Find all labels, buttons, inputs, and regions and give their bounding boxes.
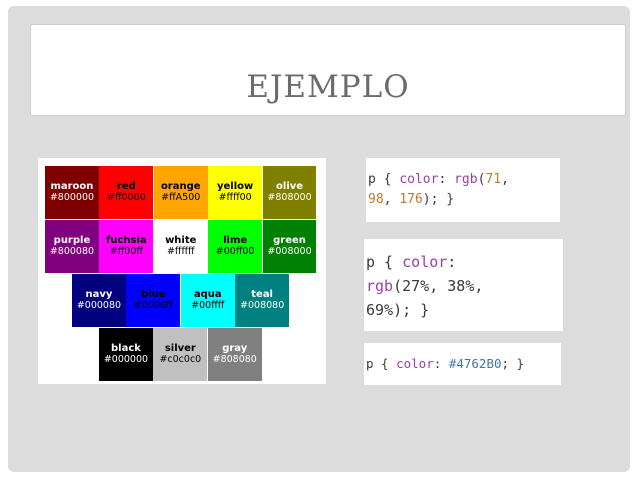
- code-property: color: [399, 172, 439, 187]
- color-hex: #00ff00: [215, 245, 255, 257]
- code-hex-value: #4762B0: [448, 356, 502, 371]
- color-swatch-red: red #ff0000: [99, 166, 154, 219]
- code-value-b: 176: [399, 192, 423, 207]
- color-swatch-yellow: yellow #ffff00: [208, 166, 263, 219]
- color-hex: #ff00ff: [109, 245, 143, 257]
- color-hex: #808080: [212, 353, 257, 365]
- code-value-g: 38%: [447, 277, 475, 295]
- color-swatch-green: green #008000: [262, 220, 317, 273]
- code-selector: p: [366, 253, 376, 271]
- code-function: rgb: [454, 172, 478, 187]
- color-swatch-lime: lime #00ff00: [208, 220, 263, 273]
- code-rgb-numeric: p { color: rgb(71, 98, 176); }: [366, 158, 560, 222]
- code-selector: p: [368, 172, 376, 187]
- color-hex: #0000ff: [133, 299, 173, 311]
- color-hex: #808000: [267, 191, 312, 203]
- color-hex: #ffff00: [218, 191, 252, 203]
- color-name: olive: [276, 181, 304, 193]
- color-hex: #ff0000: [106, 191, 146, 203]
- color-name: black: [110, 343, 141, 355]
- color-name: red: [116, 181, 136, 193]
- color-swatch-silver: silver #c0c0c0: [153, 328, 208, 381]
- code-property: color: [396, 356, 434, 371]
- color-name: teal: [251, 289, 273, 301]
- color-swatch-fuchsia: fuchsia #ff00ff: [99, 220, 154, 273]
- color-name: lime: [223, 235, 248, 247]
- color-name: green: [273, 235, 306, 247]
- color-name: blue: [141, 289, 166, 301]
- color-name: gray: [222, 343, 248, 355]
- color-swatch-teal: teal #008080: [235, 274, 290, 327]
- code-property: color: [402, 253, 448, 271]
- color-swatch-white: white #ffffff: [153, 220, 208, 273]
- color-hex: #008000: [267, 245, 312, 257]
- color-name: fuchsia: [106, 235, 147, 247]
- code-hex: p { color: #4762B0; }: [364, 343, 561, 385]
- code-value-b: 69%: [366, 301, 394, 319]
- color-swatch-black: black #000000: [99, 328, 153, 381]
- color-name: orange: [160, 181, 201, 193]
- color-swatch-blue: blue #0000ff: [126, 274, 181, 327]
- color-name: maroon: [50, 181, 94, 193]
- color-hex: #ffA500: [161, 191, 201, 203]
- code-function: rgb: [366, 277, 394, 295]
- color-hex: #000080: [76, 299, 122, 311]
- color-swatch-gray: gray #808080: [207, 328, 262, 381]
- color-hex: #ffffff: [166, 245, 195, 257]
- title-box: EJEMPLO: [30, 24, 626, 116]
- code-rgb-percent: p { color: rgb(27%, 38%, 69%); }: [364, 239, 563, 331]
- color-name-table: maroon #800000 red #ff0000 orange #ffA500 yell…: [38, 158, 326, 384]
- color-swatch-purple: purple #800080: [45, 220, 99, 273]
- color-swatch-aqua: aqua #00ffff: [180, 274, 235, 327]
- color-name: white: [165, 235, 197, 247]
- color-hex: #008080: [240, 299, 285, 311]
- color-hex: #000000: [103, 353, 149, 365]
- color-name: yellow: [217, 181, 254, 193]
- color-name: purple: [53, 235, 91, 247]
- color-name: aqua: [193, 289, 222, 301]
- color-swatch-maroon: maroon #800000: [45, 166, 99, 219]
- color-swatch-navy: navy #000080: [72, 274, 126, 327]
- code-value-g: 98: [368, 192, 384, 207]
- color-swatch-orange: orange #ffA500: [153, 166, 208, 219]
- slide-title: EJEMPLO: [246, 69, 410, 105]
- code-value-r: 27%: [402, 277, 430, 295]
- color-hex: #c0c0c0: [159, 353, 202, 365]
- color-hex: #00ffff: [191, 299, 225, 311]
- color-hex: #800080: [49, 245, 95, 257]
- code-selector: p: [366, 356, 374, 371]
- color-hex: #800000: [49, 191, 95, 203]
- color-swatch-olive: olive #808000: [262, 166, 317, 219]
- color-name: navy: [85, 289, 113, 301]
- color-name: silver: [164, 343, 196, 355]
- code-value-r: 71: [485, 172, 502, 187]
